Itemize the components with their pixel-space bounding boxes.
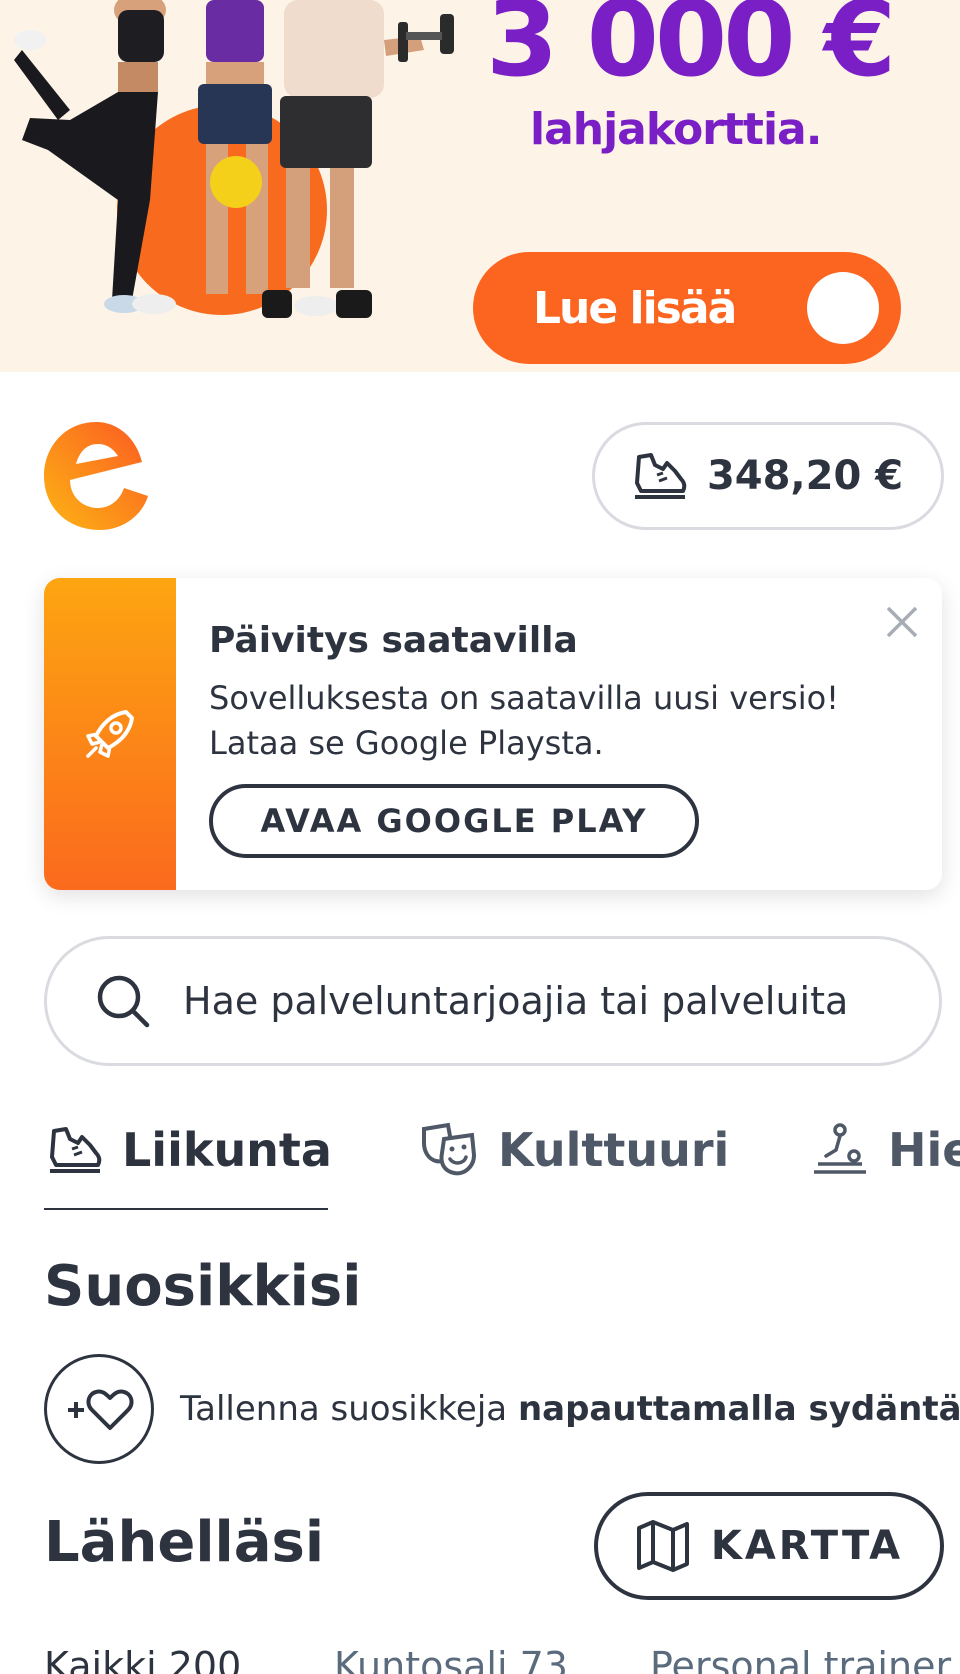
favorites-hint-plain: Tallenna suosikkeja xyxy=(180,1389,518,1429)
balance-button[interactable]: 348,20 € xyxy=(592,422,944,530)
favorites-title: Suosikkisi xyxy=(44,1254,362,1319)
epassi-logo[interactable] xyxy=(42,418,150,532)
tab-liikunta[interactable]: Liikunta xyxy=(48,1110,332,1190)
banner-amount: 3 000 € xyxy=(486,0,896,100)
active-tab-indicator xyxy=(44,1208,328,1210)
category-tabs: Liikunta Kulttuuri Hie xyxy=(44,1110,960,1210)
promo-banner[interactable]: 3 000 € lahjakorttia. Lue lisää xyxy=(0,0,960,372)
map-button[interactable]: KARTTA xyxy=(594,1492,944,1600)
toggle-knob-icon xyxy=(807,272,879,344)
update-message-line: Lataa se Google Playsta. xyxy=(209,724,604,762)
add-heart-icon xyxy=(68,1389,134,1430)
tab-label: Liikunta xyxy=(122,1123,332,1177)
update-message: Sovelluksesta on saatavilla uusi versio!… xyxy=(209,676,909,766)
filter-all[interactable]: Kaikki 200 xyxy=(44,1644,241,1674)
banner-fitness-illustration xyxy=(14,0,454,318)
map-button-label: KARTTA xyxy=(710,1523,904,1569)
filter-personal-trainer[interactable]: Personal trainer xyxy=(650,1644,951,1674)
tab-label: Kulttuuri xyxy=(498,1123,730,1177)
theater-masks-icon xyxy=(422,1122,477,1176)
search-icon xyxy=(97,975,150,1028)
nearby-filters: Kaikki 200 Kuntosali 73 Personal trainer xyxy=(44,1640,960,1674)
sport-shoe-icon xyxy=(634,453,687,499)
update-available-card: Päivitys saatavilla Sovelluksesta on saa… xyxy=(44,578,942,890)
massage-icon xyxy=(814,1123,866,1174)
nearby-title: Lähelläsi xyxy=(44,1510,325,1575)
search-placeholder: Hae palveluntarjoajia tai palveluita xyxy=(183,979,849,1023)
read-more-button[interactable]: Lue lisää xyxy=(473,252,901,364)
tab-hieronta[interactable]: Hie xyxy=(810,1110,960,1190)
favorites-hint-bold: napauttamalla sydäntä. xyxy=(517,1389,960,1429)
read-more-label: Lue lisää xyxy=(533,282,737,334)
update-card-stripe xyxy=(44,578,176,890)
search-input[interactable]: Hae palveluntarjoajia tai palveluita xyxy=(44,936,942,1066)
sport-shoe-icon xyxy=(50,1127,102,1173)
banner-subtitle: lahjakorttia. xyxy=(530,104,822,155)
update-message-line: Sovelluksesta on saatavilla uusi versio! xyxy=(209,679,839,717)
filter-gym[interactable]: Kuntosali 73 xyxy=(334,1644,568,1674)
update-title: Päivitys saatavilla xyxy=(209,620,578,661)
rocket-icon xyxy=(86,710,134,758)
add-favorite-button[interactable] xyxy=(44,1354,154,1464)
favorites-hint-text: Tallenna suosikkeja napauttamalla sydänt… xyxy=(180,1389,960,1429)
open-google-play-button[interactable]: AVAA GOOGLE PLAY xyxy=(209,784,699,858)
tab-label: Hie xyxy=(888,1123,960,1177)
favorites-hint: Tallenna suosikkeja napauttamalla sydänt… xyxy=(44,1354,960,1464)
close-icon[interactable] xyxy=(880,600,924,644)
tab-kulttuuri[interactable]: Kulttuuri xyxy=(418,1110,729,1190)
balance-amount: 348,20 € xyxy=(706,453,904,499)
map-icon xyxy=(636,1520,689,1572)
